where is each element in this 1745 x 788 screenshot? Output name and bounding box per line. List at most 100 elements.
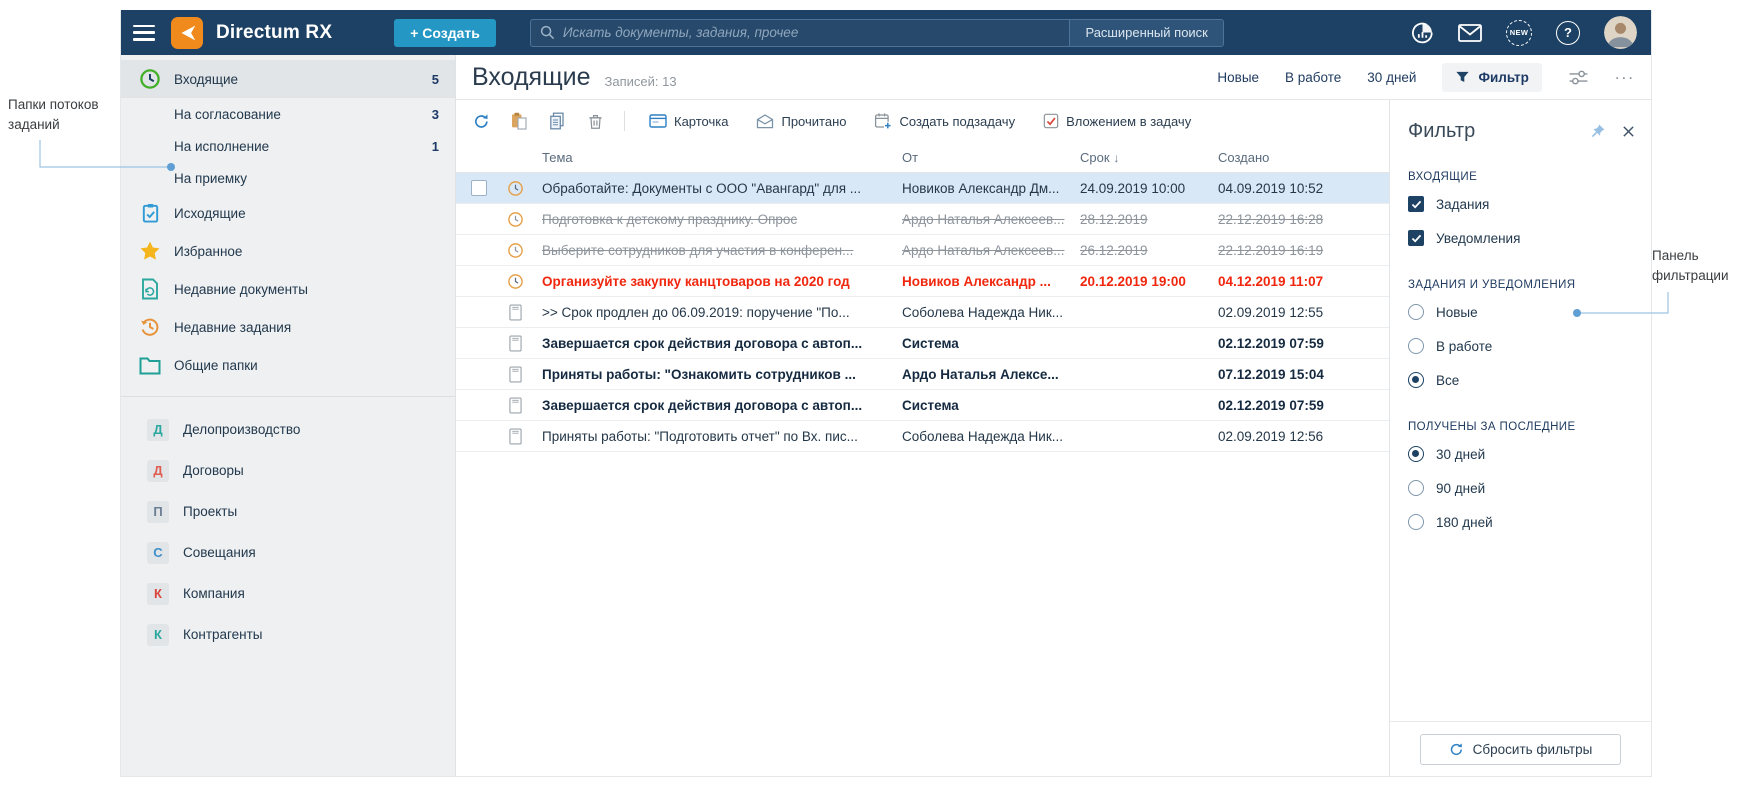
performance-stats-icon[interactable] <box>1411 21 1434 44</box>
sidebar-item-for-acceptance[interactable]: На приемку <box>121 162 455 194</box>
filter-radio-90days[interactable]: 90 дней <box>1390 471 1651 505</box>
funnel-icon <box>1455 70 1470 85</box>
radio-selected-icon[interactable] <box>1408 446 1424 462</box>
table-row[interactable]: >> Срок продлен до 06.09.2019: поручение… <box>456 297 1389 328</box>
attach-to-task-button[interactable]: Вложением в задачу <box>1033 108 1201 134</box>
sidebar-folder-contracts[interactable]: Д Договоры <box>121 450 455 491</box>
refresh-icon[interactable] <box>466 107 496 135</box>
sidebar-item-inbox[interactable]: Входящие 5 <box>121 60 455 98</box>
calendar-plus-icon <box>874 112 892 130</box>
top-bar: Directum RX + Создать Расширенный поиск … <box>121 10 1651 55</box>
mail-icon[interactable] <box>1458 24 1482 42</box>
search-icon <box>540 25 555 40</box>
radio-icon[interactable] <box>1408 338 1424 354</box>
filter-section-period: ПОЛУЧЕНЫ ЗА ПОСЛЕДНИЕ <box>1390 397 1651 437</box>
checkbox-checked-icon[interactable] <box>1408 230 1424 246</box>
help-icon[interactable]: ? <box>1556 21 1580 45</box>
create-subtask-button[interactable]: Создать подзадачу <box>864 107 1025 135</box>
inbox-count: 5 <box>432 72 439 87</box>
sidebar-folder-meetings[interactable]: С Совещания <box>121 532 455 573</box>
view-settings-icon[interactable] <box>1568 69 1589 86</box>
filter-panel-title: Фильтр <box>1408 120 1475 143</box>
filter-panel: Фильтр ВХОДЯЩИЕ Задания Уведомления <box>1389 100 1651 776</box>
task-clock-icon <box>496 180 534 197</box>
table-row[interactable]: Обработайте: Документы с ООО "Авангард" … <box>456 173 1389 204</box>
advanced-search-button[interactable]: Расширенный поиск <box>1069 20 1222 46</box>
row-checkbox[interactable] <box>471 180 487 196</box>
table-row[interactable]: Подготовка к детскому празднику. Опрос А… <box>456 204 1389 235</box>
quick-filter-30days[interactable]: 30 дней <box>1367 70 1416 85</box>
notice-document-icon <box>496 428 534 445</box>
sidebar-item-outbox[interactable]: Исходящие <box>121 194 455 232</box>
filter-section-incoming: ВХОДЯЩИЕ <box>1390 147 1651 187</box>
create-button[interactable]: + Создать <box>394 19 496 47</box>
filter-radio-180days[interactable]: 180 дней <box>1390 505 1651 539</box>
column-created[interactable]: Создано <box>1210 150 1380 165</box>
delete-icon[interactable] <box>580 107 610 135</box>
table-row[interactable]: Выберите сотрудников для участия в конфе… <box>456 235 1389 266</box>
sidebar-item-for-approval[interactable]: На согласование 3 <box>121 98 455 130</box>
app-window: Directum RX + Создать Расширенный поиск … <box>120 10 1652 777</box>
copy-icon[interactable] <box>542 107 572 135</box>
column-theme[interactable]: Тема <box>534 150 894 165</box>
outbox-clipboard-icon <box>139 202 161 224</box>
filter-radio-new[interactable]: Новые <box>1390 295 1651 329</box>
checkbox-check-icon <box>1043 113 1059 129</box>
folder-letter-icon: С <box>147 542 169 564</box>
sidebar-item-recent-tasks[interactable]: Недавние задания <box>121 308 455 346</box>
column-due[interactable]: Срок↓ <box>1072 150 1210 165</box>
task-clock-icon <box>496 211 534 228</box>
table-row[interactable]: Приняты работы: "Подготовить отчет" по В… <box>456 421 1389 452</box>
task-clock-icon <box>496 242 534 259</box>
close-icon[interactable] <box>1622 125 1635 138</box>
star-icon <box>139 240 161 262</box>
sidebar-item-favorites[interactable]: Избранное <box>121 232 455 270</box>
sidebar-folder-counterparties[interactable]: К Контрагенты <box>121 614 455 655</box>
filter-radio-30days[interactable]: 30 дней <box>1390 437 1651 471</box>
paste-icon[interactable] <box>504 107 534 135</box>
notice-document-icon <box>496 366 534 383</box>
radio-icon[interactable] <box>1408 514 1424 530</box>
mark-read-button[interactable]: Прочитано <box>746 109 856 134</box>
more-actions-icon[interactable]: ... <box>1615 69 1635 85</box>
column-from[interactable]: От <box>894 150 1072 165</box>
sidebar-folder-company[interactable]: К Компания <box>121 573 455 614</box>
search-input[interactable] <box>555 25 1070 40</box>
sidebar-item-shared-folders[interactable]: Общие папки <box>121 346 455 384</box>
quick-filter-new[interactable]: Новые <box>1217 70 1259 85</box>
hamburger-menu-icon[interactable] <box>133 25 155 41</box>
sidebar-item-recent-documents[interactable]: Недавние документы <box>121 270 455 308</box>
sidebar-item-for-execution[interactable]: На исполнение 1 <box>121 130 455 162</box>
radio-selected-icon[interactable] <box>1408 372 1424 388</box>
radio-icon[interactable] <box>1408 304 1424 320</box>
table-row[interactable]: Завершается срок действия договора с авт… <box>456 390 1389 421</box>
table-row[interactable]: Приняты работы: "Ознакомить сотрудников … <box>456 359 1389 390</box>
for-execution-count: 1 <box>432 139 439 154</box>
filter-checkbox-tasks[interactable]: Задания <box>1390 187 1651 221</box>
quick-filter-inwork[interactable]: В работе <box>1285 70 1341 85</box>
filter-radio-inwork[interactable]: В работе <box>1390 329 1651 363</box>
directum-logo-icon <box>171 17 203 49</box>
checkbox-checked-icon[interactable] <box>1408 196 1424 212</box>
filter-radio-all[interactable]: Все <box>1390 363 1651 397</box>
folder-letter-icon: П <box>147 501 169 523</box>
sidebar: Входящие 5 На согласование 3 На исполнен… <box>121 55 456 776</box>
table-row[interactable]: Организуйте закупку канцтоваров на 2020 … <box>456 266 1389 297</box>
filter-button[interactable]: Фильтр <box>1442 63 1541 92</box>
whats-new-icon[interactable]: NEW <box>1506 20 1532 46</box>
radio-icon[interactable] <box>1408 480 1424 496</box>
sidebar-folder-projects[interactable]: П Проекты <box>121 491 455 532</box>
card-button[interactable]: Карточка <box>639 109 738 134</box>
table-header: Тема От Срок↓ Создано <box>456 142 1389 173</box>
envelope-open-icon <box>756 114 774 129</box>
reset-filters-button[interactable]: Сбросить фильтры <box>1420 734 1622 765</box>
toolbar-separator <box>624 111 625 131</box>
app-title: Directum RX <box>216 22 332 44</box>
search-bar[interactable]: Расширенный поиск <box>530 19 1224 47</box>
filter-checkbox-notifications[interactable]: Уведомления <box>1390 221 1651 255</box>
table-row[interactable]: Завершается срок действия договора с авт… <box>456 328 1389 359</box>
folder-letter-icon: Д <box>147 419 169 441</box>
user-avatar[interactable] <box>1604 16 1637 49</box>
pin-icon[interactable] <box>1589 123 1606 140</box>
sidebar-folder-clerical[interactable]: Д Делопроизводство <box>121 409 455 450</box>
